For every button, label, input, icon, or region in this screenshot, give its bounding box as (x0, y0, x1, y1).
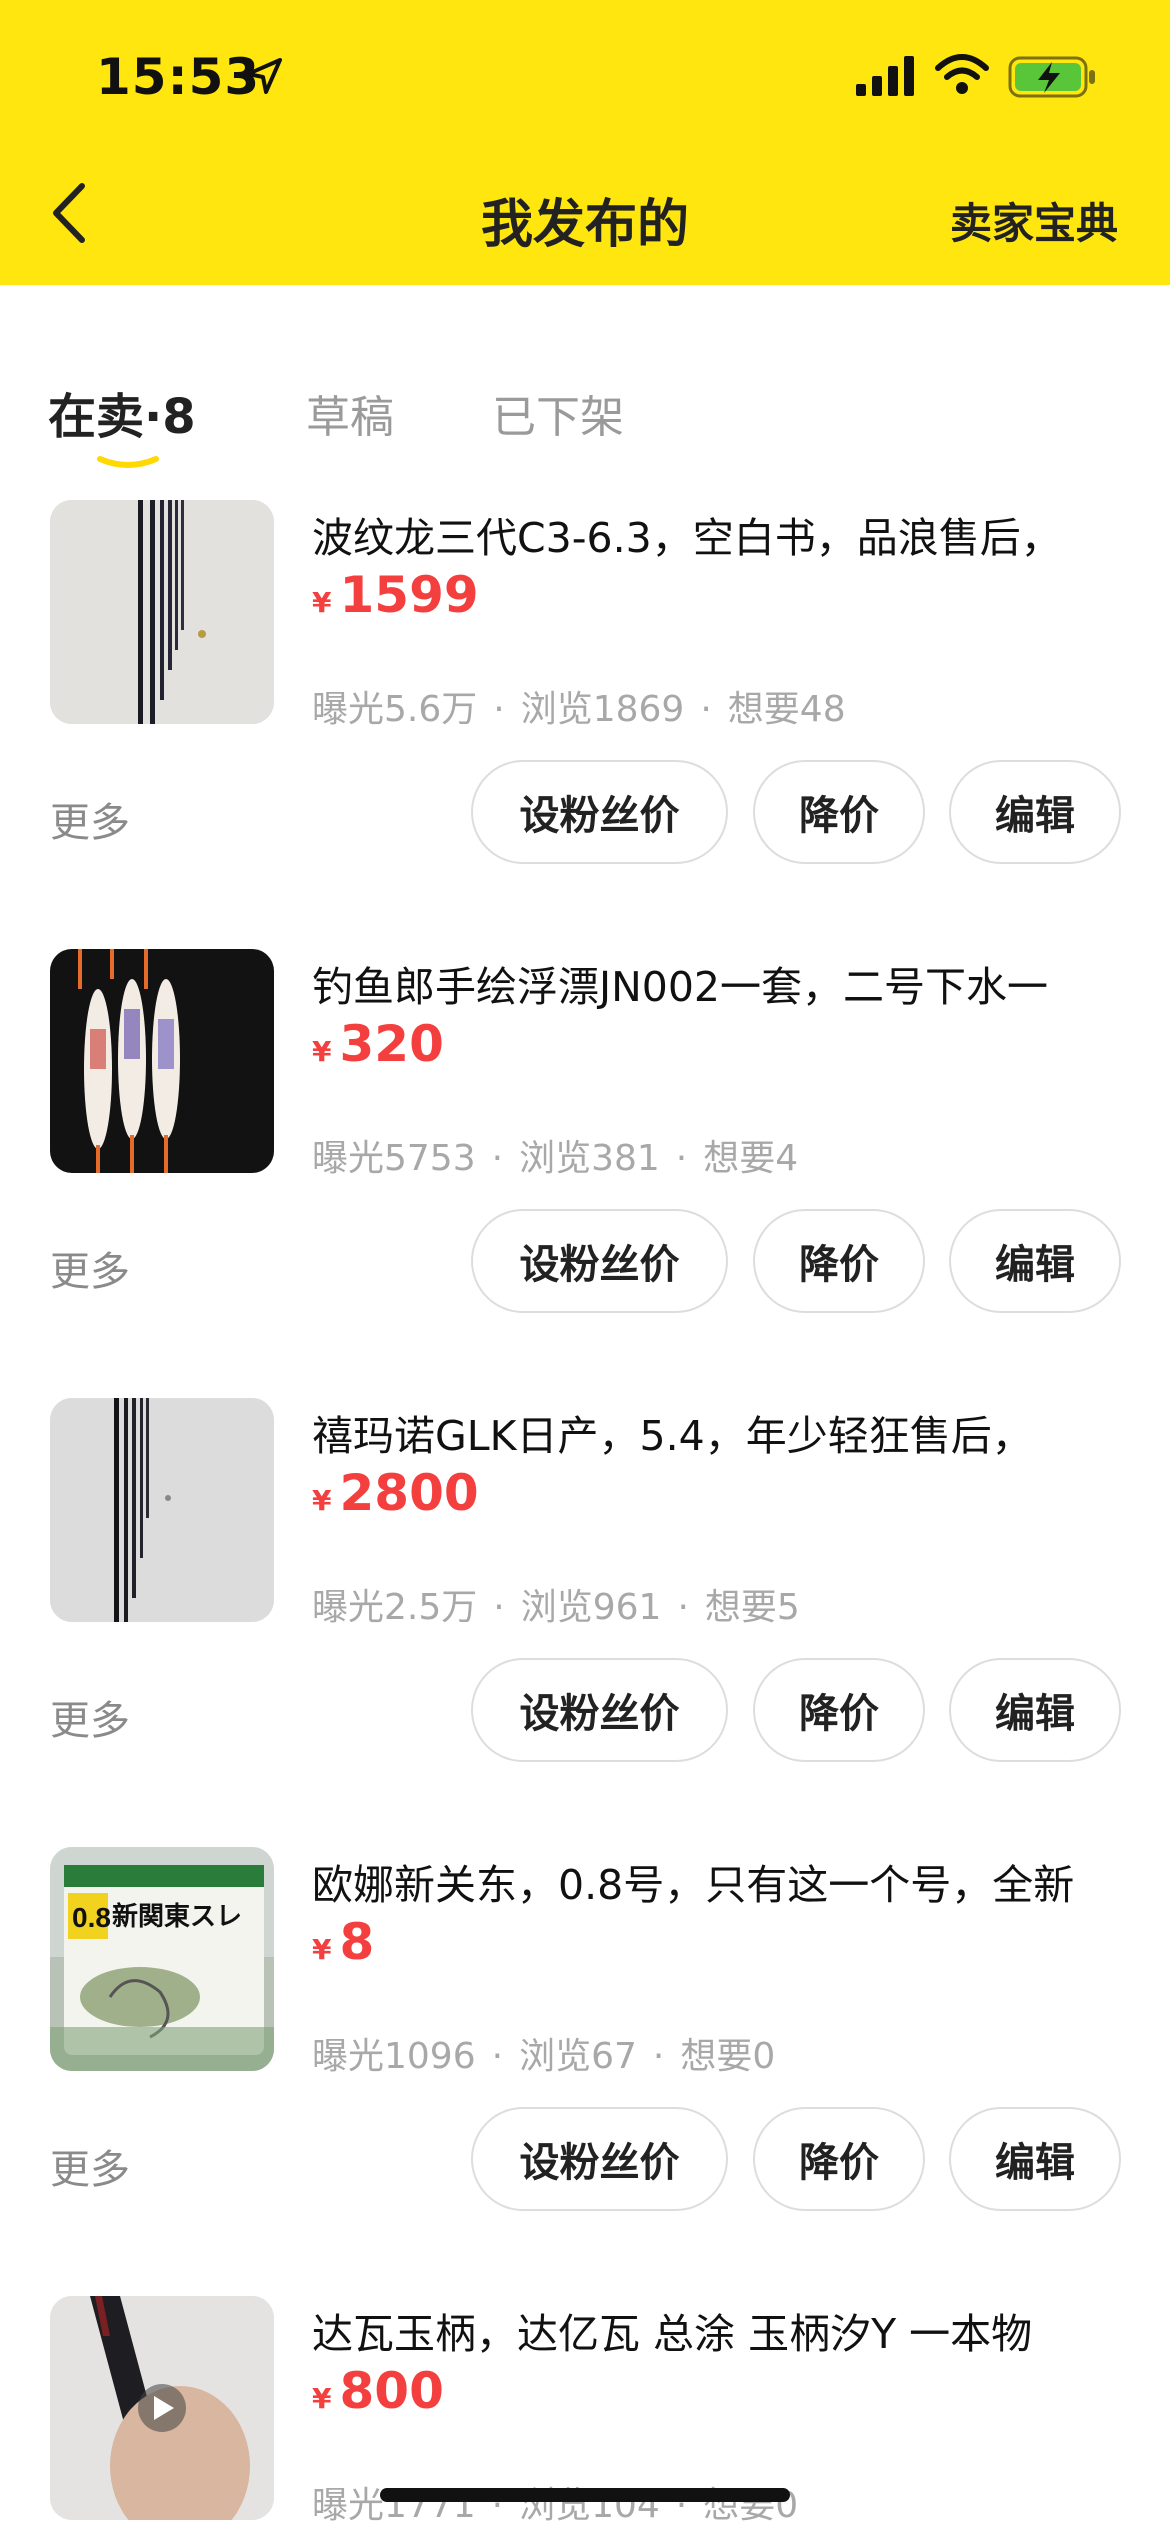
header-bar: 15:53 我发布的 卖家宝典 (0, 0, 1170, 285)
currency-symbol: ¥ (312, 586, 332, 619)
edit-button[interactable]: 编辑 (949, 2107, 1121, 2211)
price-value: 2800 (339, 1464, 479, 1522)
currency-symbol: ¥ (312, 2382, 332, 2415)
tab-bar: 在卖·8 草稿 已下架 (0, 285, 1170, 495)
item-price: ¥2800 (312, 1464, 479, 1522)
set-fan-price-button[interactable]: 设粉丝价 (471, 760, 728, 864)
item-stats: 曝光5.6万 · 浏览1869 · 想要48 (312, 689, 846, 730)
want-count: 想要0 (680, 2036, 776, 2077)
currency-symbol: ¥ (312, 1933, 332, 1966)
price-value: 800 (339, 2362, 444, 2420)
tab-separator: · (144, 389, 163, 445)
want-count: 想要5 (704, 1587, 800, 1628)
exposure-count: 曝光5.6万 (312, 689, 478, 730)
view-count: 浏览1869 (520, 689, 685, 730)
set-fan-price-button[interactable]: 设粉丝价 (471, 1209, 728, 1313)
cellular-signal-icon (856, 56, 914, 96)
item-price: ¥800 (312, 2362, 444, 2420)
item-thumbnail[interactable]: 0.8 新関東スレ (50, 1847, 274, 2071)
want-count: 想要4 (703, 1138, 799, 1179)
view-count: 浏览961 (520, 1587, 662, 1628)
item-price: ¥320 (312, 1015, 444, 1073)
pack-brand-text: 新関東スレ (112, 1901, 242, 1932)
tab-drafts[interactable]: 草稿 (306, 381, 394, 445)
want-count: 想要48 (727, 689, 846, 730)
home-indicator (380, 2488, 790, 2502)
item-stats: 曝光5753 · 浏览381 · 想要4 (312, 1138, 799, 1179)
item-title: 禧玛诺GLK日产，5.4，年少轻狂售后， (312, 1412, 1033, 1460)
price-value: 1599 (339, 566, 479, 624)
reduce-price-button[interactable]: 降价 (753, 1209, 925, 1313)
more-button[interactable]: 更多 (50, 1688, 130, 1746)
price-value: 320 (339, 1015, 444, 1073)
listing-item[interactable]: 0.8 新関東スレ 欧娜新关东，0.8号，只有这一个号，全新 ¥8 曝光1096… (0, 1847, 1170, 2296)
more-button[interactable]: 更多 (50, 2137, 130, 2195)
tab-count: 8 (162, 389, 196, 445)
item-stats: 曝光1771 · 浏览104 · 想要0 (312, 2485, 799, 2526)
reduce-price-button[interactable]: 降价 (753, 760, 925, 864)
item-price: ¥1599 (312, 566, 479, 624)
active-tab-indicator (97, 456, 159, 468)
more-button[interactable]: 更多 (50, 790, 130, 848)
pack-number-text: 0.8 (72, 1902, 111, 1933)
status-time: 15:53 (96, 48, 261, 106)
listing-item[interactable]: 钓鱼郎手绘浮漂JN002一套，二号下水一 ¥320 曝光5753 · 浏览381 · 想… (0, 949, 1170, 1398)
listing-item[interactable]: 波纹龙三代C3-6.3，空白书，品浪售后， ¥1599 曝光5.6万 · 浏览186… (0, 500, 1170, 949)
reduce-price-button[interactable]: 降价 (753, 2107, 925, 2211)
seller-guide-link[interactable]: 卖家宝典 (950, 190, 1118, 251)
item-stats: 曝光1096 · 浏览67 · 想要0 (312, 2036, 776, 2077)
item-title: 达瓦玉柄，达亿瓦 总涂 玉柄汐Y 一本物 (312, 2310, 1033, 2358)
exposure-count: 曝光2.5万 (312, 1587, 478, 1628)
edit-button[interactable]: 编辑 (949, 1209, 1121, 1313)
set-fan-price-button[interactable]: 设粉丝价 (471, 2107, 728, 2211)
price-value: 8 (339, 1913, 375, 1971)
exposure-count: 曝光5753 (312, 1138, 476, 1179)
item-stats: 曝光2.5万 · 浏览961 · 想要5 (312, 1587, 800, 1628)
tab-delisted[interactable]: 已下架 (492, 381, 624, 445)
currency-symbol: ¥ (312, 1035, 332, 1068)
currency-symbol: ¥ (312, 1484, 332, 1517)
item-title: 欧娜新关东，0.8号，只有这一个号，全新 (312, 1861, 1075, 1909)
exposure-count: 曝光1096 (312, 2036, 476, 2077)
listing-item[interactable]: 禧玛诺GLK日产，5.4，年少轻狂售后， ¥2800 曝光2.5万 · 浏览961 ·… (0, 1398, 1170, 1847)
item-title: 钓鱼郎手绘浮漂JN002一套，二号下水一 (312, 963, 1049, 1011)
location-arrow-icon (246, 58, 282, 94)
set-fan-price-button[interactable]: 设粉丝价 (471, 1658, 728, 1762)
tab-label: 在卖 (48, 389, 145, 445)
wifi-icon (935, 54, 989, 94)
tab-on-sale[interactable]: 在卖·8 (48, 377, 196, 447)
item-thumbnail[interactable] (50, 1398, 274, 1622)
edit-button[interactable]: 编辑 (949, 1658, 1121, 1762)
view-count: 浏览67 (519, 2036, 637, 2077)
reduce-price-button[interactable]: 降价 (753, 1658, 925, 1762)
battery-charging-icon (1008, 56, 1095, 98)
edit-button[interactable]: 编辑 (949, 760, 1121, 864)
item-thumbnail[interactable] (50, 500, 274, 724)
item-title: 波纹龙三代C3-6.3，空白书，品浪售后， (312, 514, 1062, 562)
item-thumbnail[interactable] (50, 2296, 274, 2520)
more-button[interactable]: 更多 (50, 1239, 130, 1297)
item-price: ¥8 (312, 1913, 374, 1971)
item-thumbnail[interactable] (50, 949, 274, 1173)
view-count: 浏览381 (519, 1138, 660, 1179)
